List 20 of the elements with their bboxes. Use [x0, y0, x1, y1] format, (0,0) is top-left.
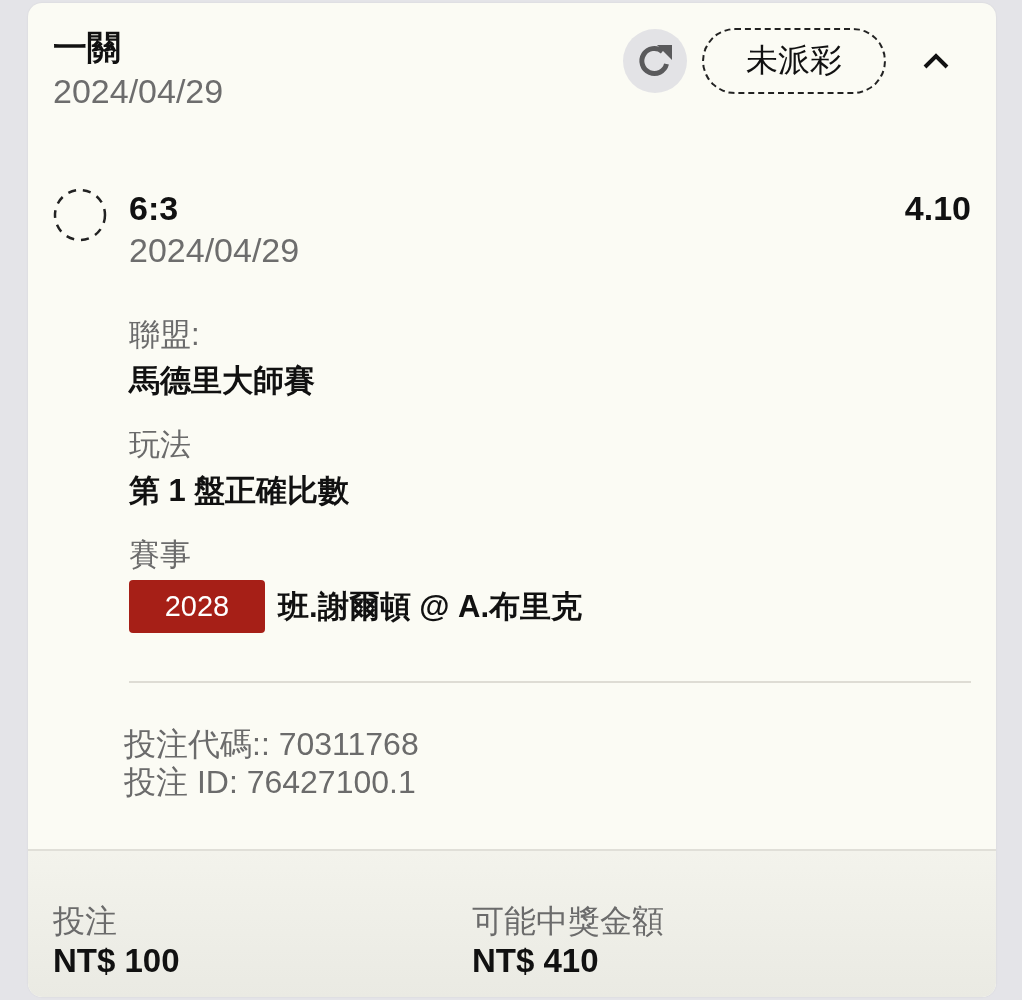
detail-value: 第 1 盤正確比數	[129, 472, 350, 510]
event-code-badge: 2028	[129, 580, 265, 633]
detail-label: 賽事	[129, 536, 191, 574]
bet-reference: 投注 ID: 76427100.1	[124, 763, 416, 801]
match-name: 班.謝爾頓 @ A.布里克	[278, 587, 583, 626]
summary-value: NT$ 100	[53, 941, 180, 981]
bet-title: 一關	[53, 27, 121, 68]
odds-value: 4.10	[904, 188, 971, 228]
bet-reference: 投注代碼:: 70311768	[124, 725, 419, 763]
detail-value: 馬德里大師賽	[129, 362, 315, 400]
detail-label: 聯盟:	[129, 316, 200, 354]
bet-date: 2024/04/29	[53, 71, 224, 112]
summary-label: 可能中獎金額	[472, 902, 664, 941]
chevron-up-icon[interactable]	[923, 53, 949, 69]
detail-label: 玩法	[129, 426, 191, 464]
selection-date: 2024/04/29	[129, 230, 300, 271]
status-badge: 未派彩	[702, 28, 886, 94]
summary-label: 投注	[53, 902, 117, 941]
summary-value: NT$ 410	[472, 941, 599, 981]
score-pick: 6:3	[129, 188, 179, 228]
